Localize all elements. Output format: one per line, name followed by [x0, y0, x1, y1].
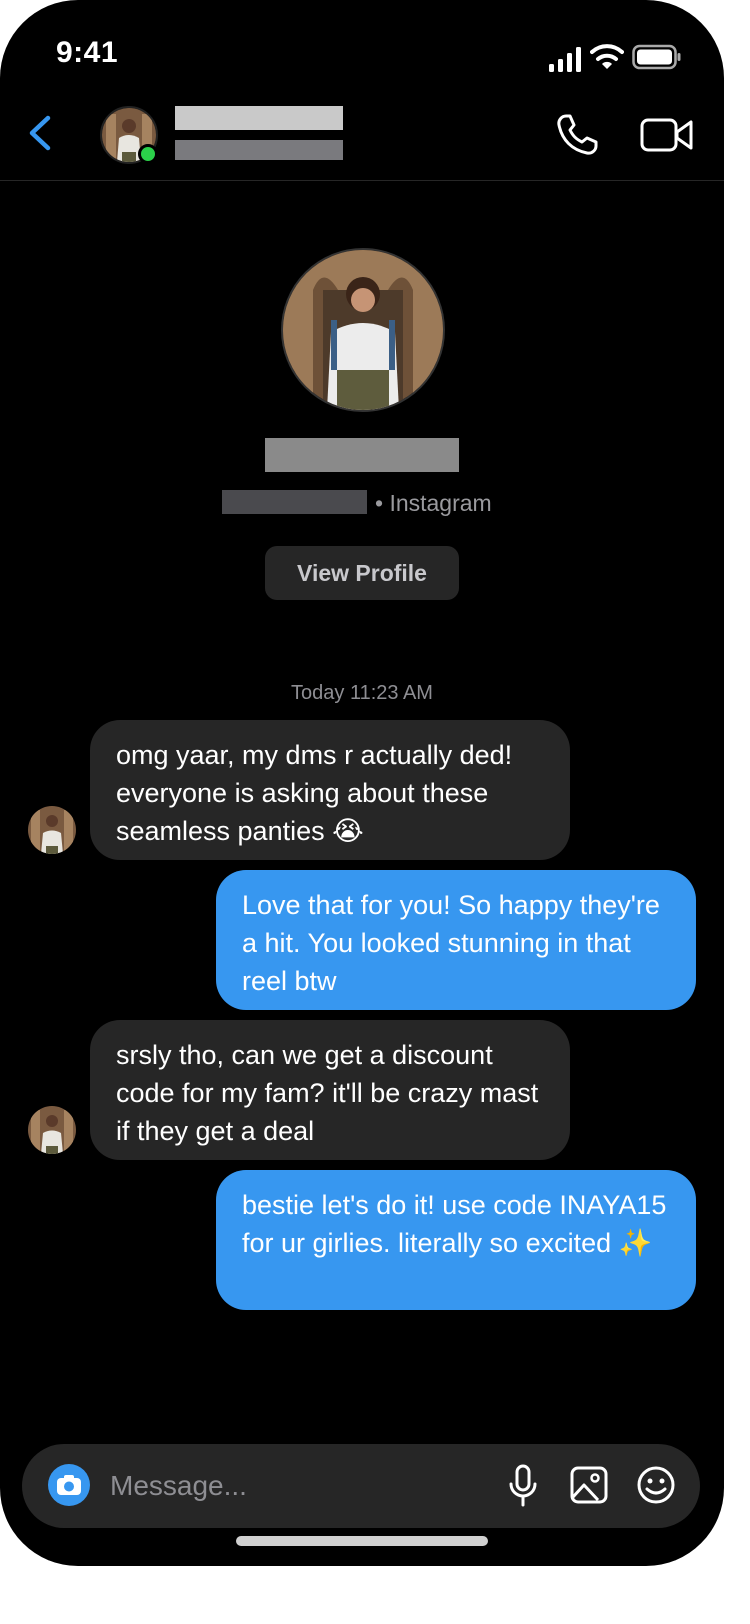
redacted-profile-handle: [222, 490, 367, 514]
phone-icon[interactable]: [554, 112, 600, 158]
message-sender-avatar[interactable]: [28, 1106, 76, 1154]
online-status-indicator: [138, 144, 158, 164]
thread-timestamp: Today 11:23 AM: [291, 682, 433, 704]
gallery-icon[interactable]: [570, 1466, 608, 1504]
microphone-icon[interactable]: [508, 1464, 538, 1508]
home-indicator: [236, 1536, 488, 1546]
profile-platform-label: • Instagram: [375, 490, 492, 516]
battery-icon: [632, 44, 681, 70]
emoji-icon[interactable]: [636, 1464, 676, 1506]
phone-screen: 9:41 • Instagram View Profile Today 11:2…: [0, 0, 724, 1566]
message-composer: Message...: [22, 1444, 700, 1528]
wifi-icon: [590, 44, 624, 69]
view-profile-button[interactable]: View Profile: [265, 546, 459, 600]
back-chevron-icon[interactable]: [22, 110, 62, 156]
status-time: 9:41: [56, 36, 119, 69]
message-sender-avatar[interactable]: [28, 806, 76, 854]
video-camera-icon[interactable]: [640, 116, 694, 154]
chat-header: [0, 100, 724, 181]
camera-button[interactable]: [48, 1464, 90, 1506]
message-bubble-outgoing[interactable]: Love that for you! So happy they're a hi…: [216, 870, 696, 1010]
message-bubble-incoming[interactable]: omg yaar, my dms r actually ded! everyon…: [90, 720, 570, 860]
message-input[interactable]: Message...: [110, 1470, 247, 1502]
message-bubble-incoming[interactable]: srsly tho, can we get a discount code fo…: [90, 1020, 570, 1160]
camera-icon: [57, 1475, 81, 1495]
profile-avatar[interactable]: [281, 248, 445, 412]
redacted-contact-username: [175, 140, 343, 160]
redacted-profile-name: [265, 438, 459, 472]
status-bar: 9:41: [0, 0, 724, 100]
message-bubble-outgoing[interactable]: bestie let's do it! use code INAYA15 for…: [216, 1170, 696, 1310]
redacted-contact-name: [175, 106, 343, 130]
cellular-signal-icon: [549, 47, 581, 72]
